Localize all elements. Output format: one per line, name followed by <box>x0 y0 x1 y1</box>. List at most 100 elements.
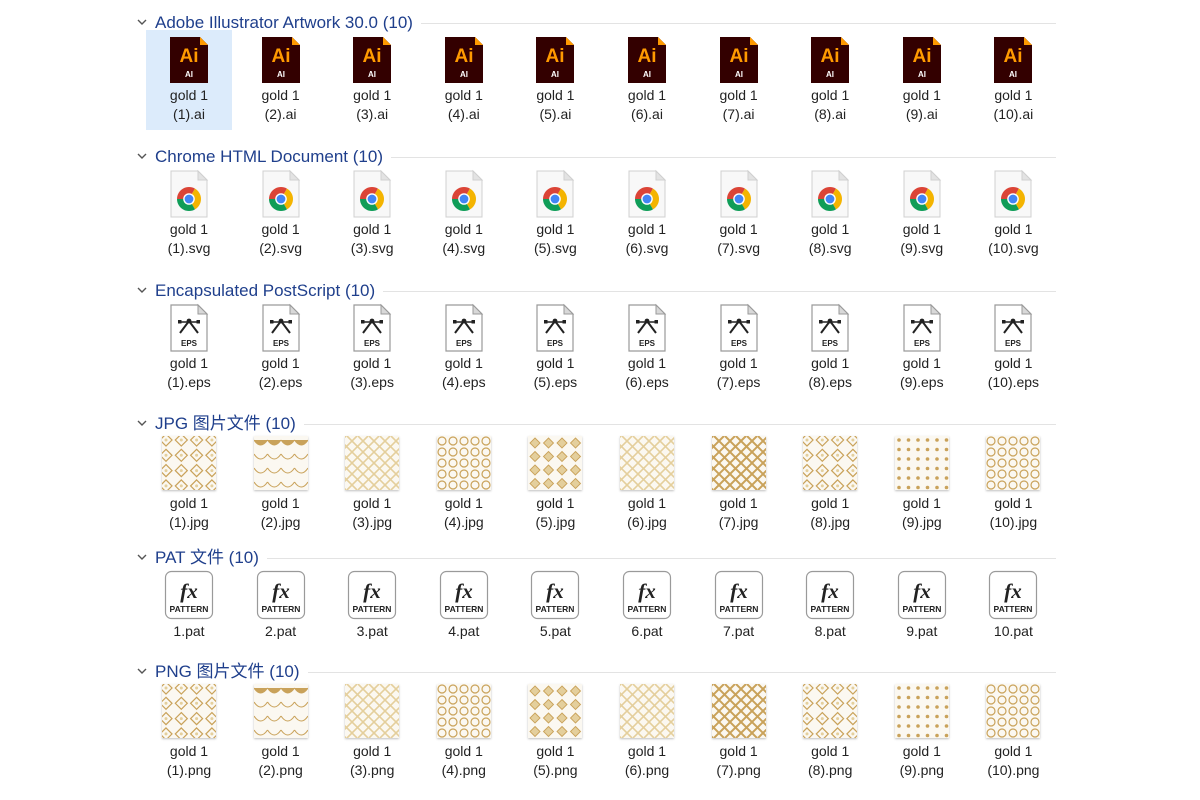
file-item[interactable]: gold 1 (5).jpg <box>512 431 598 531</box>
file-name-line2: (2).eps <box>258 374 303 390</box>
file-item[interactable]: gold 1 (7).jpg <box>602 431 813 531</box>
file-item[interactable]: gold 1 (5).svg <box>512 164 598 264</box>
file-item[interactable]: gold 1 (7).png <box>602 679 813 779</box>
file-item[interactable]: gold 1 (7).svg <box>696 164 782 264</box>
pattern-thumbnail <box>436 436 491 490</box>
chrome-document-icon <box>351 169 393 219</box>
file-item[interactable]: gold 1 (8).png <box>787 679 873 779</box>
eps-label: EPS <box>273 339 290 348</box>
file-item[interactable]: gold 1 (1).png <box>146 679 232 779</box>
pattern-label: PATTERN <box>994 604 1033 614</box>
file-name-line1: 7.pat <box>723 623 755 639</box>
file-item[interactable]: gold 1 (8).jpg <box>787 431 873 531</box>
chevron-down-icon[interactable] <box>135 416 149 430</box>
file-item[interactable]: Ai AI gold 1 (8).ai <box>787 30 873 130</box>
chevron-down-icon[interactable] <box>135 550 149 564</box>
file-item[interactable]: Ai AI gold 1 (5).ai <box>512 30 598 130</box>
file-item[interactable]: gold 1 (3).png <box>236 679 446 780</box>
pattern-thumbnail <box>800 681 860 741</box>
file-item[interactable]: gold 1 (8).svg <box>787 164 873 264</box>
file-item[interactable]: gold 1 (10).png <box>970 679 1056 779</box>
file-name-line1: gold 1 <box>902 221 941 237</box>
ai-glyph: Ai <box>912 46 931 67</box>
file-name-line2: (5).svg <box>533 240 577 256</box>
chevron-down-icon[interactable] <box>135 664 149 678</box>
ai-glyph: Ai <box>729 46 748 67</box>
file-name: gold 1 (6).eps <box>604 354 690 392</box>
file-item[interactable]: fx PATTERN 1.pat <box>146 565 232 665</box>
file-item[interactable]: EPS gold 1 (4).eps <box>421 298 507 398</box>
file-item[interactable]: Ai AI gold 1 (1).ai <box>146 30 232 130</box>
eps-file-icon: EPS <box>168 303 210 353</box>
file-item[interactable]: Ai AI gold 1 (7).ai <box>696 30 782 130</box>
file-item[interactable]: gold 1 (4).png <box>421 679 507 779</box>
file-item[interactable]: gold 1 (6).png <box>511 679 721 780</box>
file-name: gold 1 (6).jpg <box>604 494 690 532</box>
file-item[interactable]: EPS gold 1 (7).eps <box>696 298 782 398</box>
file-item[interactable]: gold 1 (9).jpg <box>879 431 965 531</box>
file-item[interactable]: fx PATTERN 6.pat <box>604 565 690 665</box>
pattern-thumbnail <box>236 683 446 739</box>
file-item[interactable]: Ai AI gold 1 (2).ai <box>238 30 324 130</box>
file-item[interactable]: gold 1 (10).jpg <box>970 431 1056 531</box>
file-name-line2: (1).jpg <box>169 514 209 530</box>
file-item[interactable]: fx PATTERN 4.pat <box>421 565 507 665</box>
file-item[interactable]: fx PATTERN 9.pat <box>879 565 965 665</box>
file-item[interactable]: gold 1 (2).png <box>238 679 324 779</box>
file-name-line1: gold 1 <box>811 87 850 103</box>
file-item[interactable]: fx PATTERN 7.pat <box>696 565 782 665</box>
file-name: gold 1 (3).png <box>329 742 415 780</box>
file-item[interactable]: fx PATTERN 10.pat <box>970 565 1056 665</box>
file-item[interactable]: EPS gold 1 (6).eps <box>604 298 690 398</box>
file-name-line2: (5).ai <box>539 106 572 122</box>
chevron-down-icon[interactable] <box>135 149 149 163</box>
file-item[interactable]: gold 1 (3).svg <box>329 164 415 264</box>
file-item[interactable]: gold 1 (4).jpg <box>421 431 507 531</box>
eps-file-icon: EPS <box>260 303 302 353</box>
file-item[interactable]: fx PATTERN 5.pat <box>512 565 598 665</box>
file-item[interactable]: EPS gold 1 (3).eps <box>329 298 415 398</box>
file-item[interactable]: gold 1 (2).svg <box>238 164 324 264</box>
file-item[interactable]: EPS gold 1 (10).eps <box>970 298 1056 398</box>
file-name: gold 1 (6).svg <box>604 220 690 258</box>
file-item[interactable]: gold 1 (1).svg <box>146 164 232 264</box>
file-item[interactable]: gold 1 (5).png <box>512 679 598 779</box>
file-item[interactable]: Ai AI gold 1 (10).ai <box>970 30 1056 130</box>
file-item[interactable]: gold 1 (6).svg <box>604 164 690 264</box>
fx-glyph: fx <box>363 579 381 603</box>
file-item[interactable]: EPS gold 1 (1).eps <box>146 298 232 398</box>
file-item[interactable]: gold 1 (9).png <box>879 679 965 779</box>
pattern-thumbnail <box>253 436 322 490</box>
file-name-line1: 8.pat <box>814 623 846 639</box>
file-name-line2: (6).eps <box>625 374 669 390</box>
file-name: 8.pat <box>787 622 873 641</box>
file-name: gold 1 (6).png <box>604 742 690 780</box>
file-item[interactable]: Ai AI gold 1 (3).ai <box>329 30 415 130</box>
fx-glyph: fx <box>638 579 656 603</box>
file-item[interactable]: EPS gold 1 (5).eps <box>512 298 598 398</box>
file-item[interactable]: gold 1 (6).jpg <box>511 431 721 532</box>
file-item[interactable]: EPS gold 1 (2).eps <box>238 298 324 398</box>
file-name-line2: (8).jpg <box>810 514 851 530</box>
chevron-down-icon[interactable] <box>135 283 149 297</box>
chevron-down-icon[interactable] <box>135 15 149 29</box>
file-item[interactable]: EPS gold 1 (8).eps <box>787 298 873 398</box>
file-item[interactable]: gold 1 (4).svg <box>421 164 507 264</box>
file-name-line2: (4).eps <box>442 374 486 390</box>
file-name-line2: (9).jpg <box>901 514 942 530</box>
file-item[interactable]: Ai AI gold 1 (6).ai <box>604 30 690 130</box>
ai-glyph: Ai <box>546 46 565 67</box>
file-item[interactable]: gold 1 (3).jpg <box>236 431 446 531</box>
file-item[interactable]: EPS gold 1 (9).eps <box>879 298 965 398</box>
file-item[interactable]: Ai AI gold 1 (4).ai <box>421 30 507 130</box>
file-item[interactable]: gold 1 (1).jpg <box>146 431 232 531</box>
file-item[interactable]: gold 1 (9).svg <box>879 164 965 264</box>
file-name-line1: gold 1 <box>444 87 483 103</box>
file-item[interactable]: fx PATTERN 2.pat <box>238 565 324 665</box>
file-item[interactable]: gold 1 (2).jpg <box>238 431 324 531</box>
file-item[interactable]: fx PATTERN 8.pat <box>787 565 873 665</box>
file-name: 10.pat <box>970 622 1056 641</box>
file-item[interactable]: fx PATTERN 3.pat <box>329 565 415 665</box>
file-item[interactable]: gold 1 (10).svg <box>970 164 1056 264</box>
file-item[interactable]: Ai AI gold 1 (9).ai <box>879 30 965 130</box>
